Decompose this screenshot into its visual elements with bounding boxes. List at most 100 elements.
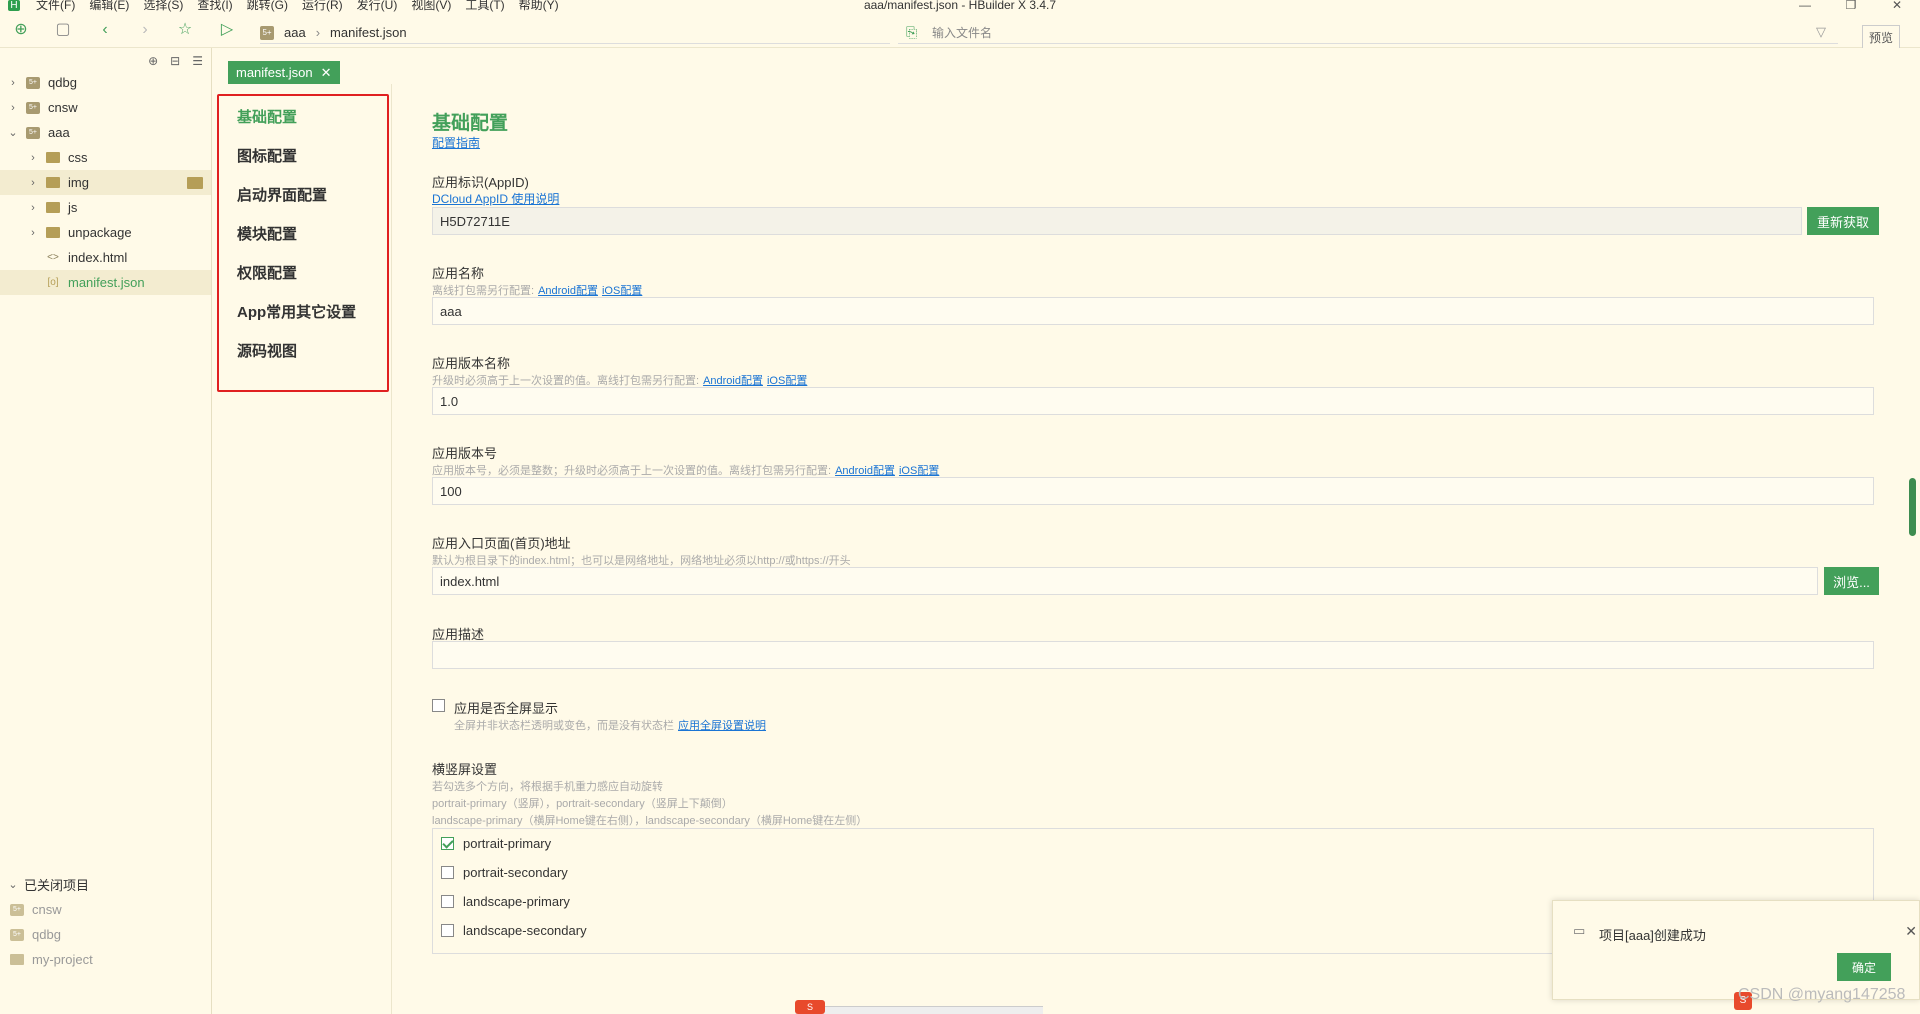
restore-icon[interactable]: ❐ [1828, 0, 1874, 11]
tree-label: my-project [32, 952, 93, 967]
tree-label: qdbg [32, 927, 61, 942]
run-icon[interactable]: ▷ [218, 21, 236, 39]
nav-item-permissions[interactable]: 权限配置 [237, 262, 297, 283]
folder-icon [46, 152, 60, 163]
watermark: CSDN @myang147258 [1738, 986, 1906, 1003]
hint-text: 应用版本号，必须是整数；升级时必须高于上一次设置的值。离线打包需另行配置: [432, 465, 832, 477]
android-config-link[interactable]: Android配置 [835, 465, 895, 477]
tree-label: css [68, 150, 88, 165]
folder-icon [10, 954, 24, 965]
chevron-right-icon[interactable]: › [28, 202, 38, 214]
nav-item-icons[interactable]: 图标配置 [237, 145, 297, 166]
toolbar: ⊕ ▢ ‹ › ☆ ▷ 5+ aaa › manifest.json ⎘ ▽ 预… [0, 12, 1920, 49]
android-config-link[interactable]: Android配置 [703, 375, 763, 387]
closed-project-qdbg[interactable]: 5+ qdbg [0, 922, 211, 947]
chevron-right-icon: › [315, 25, 321, 40]
chevron-right-icon[interactable]: › [8, 77, 18, 89]
tree-label: js [68, 200, 78, 215]
hint-text: 升级时必须高于上一次设置的值。离线打包需另行配置: [432, 375, 700, 387]
ios-config-link[interactable]: iOS配置 [899, 465, 939, 477]
minimize-icon[interactable]: — [1782, 0, 1828, 11]
tree-label: index.html [68, 250, 128, 265]
tree-project-cnsw[interactable]: › 5+ cnsw [0, 95, 211, 120]
chevron-down-icon[interactable]: ⌄ [8, 126, 18, 139]
landscape-secondary-label: landscape-secondary [463, 923, 587, 938]
menu-bar: H 文件(F) 编辑(E) 选择(S) 查找(I) 跳转(G) 运行(R) 发行… [0, 0, 1920, 12]
back-icon[interactable]: ‹ [96, 21, 114, 39]
android-config-link[interactable]: Android配置 [538, 285, 598, 297]
collapse-all-icon[interactable]: ⊟ [170, 54, 180, 68]
closed-project-cnsw[interactable]: 5+ cnsw [0, 897, 211, 922]
config-nav: 基础配置 图标配置 启动界面配置 模块配置 权限配置 App常用其它设置 源码视… [214, 84, 392, 1014]
nav-item-splash[interactable]: 启动界面配置 [237, 184, 327, 205]
menu-icon[interactable]: ☰ [192, 54, 203, 68]
breadcrumb-item-project[interactable]: aaa [284, 25, 306, 40]
fullscreen-help-link[interactable]: 应用全屏设置说明 [678, 720, 766, 732]
regenerate-appid-button[interactable]: 重新获取 [1807, 207, 1879, 235]
tab-manifest[interactable]: manifest.json ✕ [228, 61, 340, 84]
tree-project-qdbg[interactable]: › 5+ qdbg [0, 70, 211, 95]
nav-item-source[interactable]: 源码视图 [237, 340, 297, 361]
app-name-field[interactable] [432, 297, 1874, 325]
nav-item-basic[interactable]: 基础配置 [237, 106, 297, 127]
appid-field[interactable] [432, 207, 1802, 235]
tree-folder-js[interactable]: › js [0, 195, 211, 220]
tree-label: qdbg [48, 75, 77, 90]
nav-item-modules[interactable]: 模块配置 [237, 223, 297, 244]
open-folder-icon[interactable] [187, 176, 203, 189]
closed-projects-header[interactable]: ⌄ 已关闭项目 [0, 872, 211, 897]
chevron-right-icon[interactable]: › [8, 102, 18, 114]
file-search-icon: ⎘ [906, 24, 918, 40]
taskbar-strip [795, 1006, 1043, 1014]
nav-item-other[interactable]: App常用其它设置 [237, 301, 356, 322]
guide-link[interactable]: 配置指南 [432, 134, 480, 151]
ios-config-link[interactable]: iOS配置 [767, 375, 807, 387]
close-tab-icon[interactable]: ✕ [321, 61, 332, 84]
project-tree: ⊕ ⊟ ☰ › 5+ qdbg › 5+ cnsw ⌄ 5+ aaa › css… [0, 48, 212, 1014]
new-file-icon[interactable]: ⊕ [12, 21, 30, 39]
close-window-icon[interactable]: ✕ [1874, 0, 1920, 11]
chevron-right-icon[interactable]: › [28, 227, 38, 239]
filter-icon[interactable]: ▽ [1816, 24, 1826, 40]
toast-message: 项目[aaa]创建成功 [1599, 928, 1706, 943]
landscape-secondary-checkbox[interactable] [441, 924, 454, 937]
chevron-right-icon[interactable]: › [28, 152, 38, 164]
version-name-field[interactable] [432, 387, 1874, 415]
landscape-primary-checkbox[interactable] [441, 895, 454, 908]
favorite-star-icon[interactable]: ☆ [176, 21, 194, 39]
orientation-hint-3: landscape-primary（横屏Home键在右侧），landscape-… [432, 815, 868, 827]
project-icon: 5+ [10, 903, 24, 916]
section-title: 基础配置 [432, 113, 509, 134]
portrait-primary-checkbox[interactable] [441, 837, 454, 850]
ios-config-link[interactable]: iOS配置 [602, 285, 642, 297]
folder-icon [46, 177, 60, 188]
closed-project-my-project[interactable]: my-project [0, 947, 211, 972]
chevron-down-icon[interactable]: ⌄ [8, 878, 18, 891]
fullscreen-checkbox[interactable] [432, 699, 445, 712]
tree-folder-img[interactable]: › img [0, 170, 211, 195]
chevron-right-icon[interactable]: › [28, 177, 38, 189]
scrollbar-thumb[interactable] [1909, 478, 1916, 536]
sidebar-tools: ⊕ ⊟ ☰ [148, 54, 203, 68]
tree-folder-unpackage[interactable]: › unpackage [0, 220, 211, 245]
breadcrumb-item-file[interactable]: manifest.json [330, 25, 407, 40]
notification-toast: ▭ 项目[aaa]创建成功 ✕ 确定 [1552, 900, 1920, 1000]
tree-file-index[interactable]: <> index.html [0, 245, 211, 270]
toast-ok-button[interactable]: 确定 [1837, 953, 1891, 981]
tree-file-manifest[interactable]: [o] manifest.json [0, 270, 211, 295]
description-field[interactable] [432, 641, 1874, 669]
tree-folder-css[interactable]: › css [0, 145, 211, 170]
file-search-input[interactable] [932, 22, 1792, 44]
version-code-field[interactable] [432, 477, 1874, 505]
preview-button[interactable]: 预览 [1862, 25, 1900, 49]
entry-page-field[interactable] [432, 567, 1818, 595]
locate-icon[interactable]: ⊕ [148, 54, 158, 68]
forward-icon[interactable]: › [136, 21, 154, 39]
breadcrumb: 5+ aaa › manifest.json [260, 22, 890, 44]
tree-project-aaa[interactable]: ⌄ 5+ aaa [0, 120, 211, 145]
save-icon[interactable]: ▢ [54, 21, 72, 39]
close-toast-icon[interactable]: ✕ [1905, 923, 1917, 940]
appid-help-link[interactable]: DCloud AppID 使用说明 [432, 190, 559, 207]
browse-button[interactable]: 浏览... [1824, 567, 1879, 595]
portrait-secondary-checkbox[interactable] [441, 866, 454, 879]
